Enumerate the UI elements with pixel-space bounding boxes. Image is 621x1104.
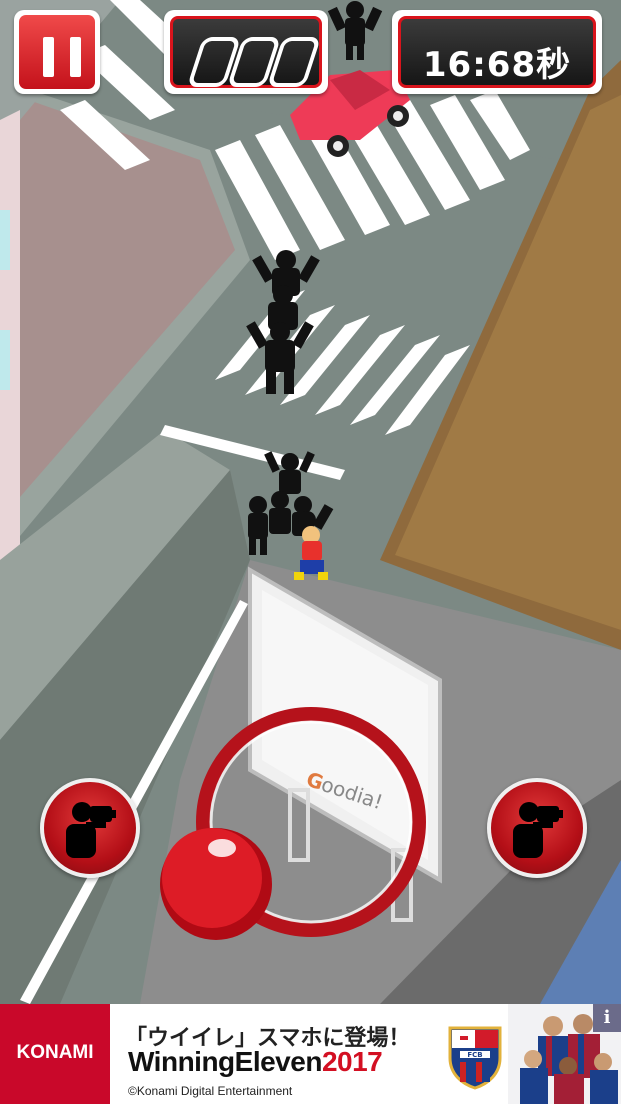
left-camera-button[interactable] <box>40 778 140 878</box>
timer-text: 16:68秒 <box>422 45 572 85</box>
ad-info-button[interactable]: i <box>593 1004 621 1032</box>
pause-button-face <box>19 15 95 89</box>
joystick-ball[interactable] <box>160 828 272 940</box>
ad-brand-name: KONAMI <box>16 1042 94 1063</box>
pause-icon <box>43 37 81 77</box>
ad-brand-panel: KONAMI <box>0 1004 110 1104</box>
club-badge-text: FCB <box>467 1051 482 1059</box>
pause-button[interactable] <box>14 10 100 94</box>
camera-person-icon <box>66 802 116 858</box>
timer-display: 16:68秒 <box>392 10 602 94</box>
ad-product-title: WinningEleven2017 <box>128 1046 383 1078</box>
catch-counter-panel <box>170 16 322 88</box>
ad-product-name: WinningEleven <box>128 1046 322 1077</box>
club-badge-icon: FCB <box>448 1026 502 1090</box>
right-camera-button[interactable] <box>487 778 587 878</box>
ad-banner[interactable]: KONAMI 「ウイイレ」スマホに登場！ WinningEleven2017 ©… <box>0 1004 621 1104</box>
ad-product-year: 2017 <box>321 1046 383 1077</box>
timer-panel: 16:68秒 <box>398 16 596 88</box>
ad-copyright: ©Konami Digital Entertainment <box>128 1084 293 1098</box>
catch-counter <box>164 10 328 94</box>
camera-person-icon <box>513 802 563 858</box>
